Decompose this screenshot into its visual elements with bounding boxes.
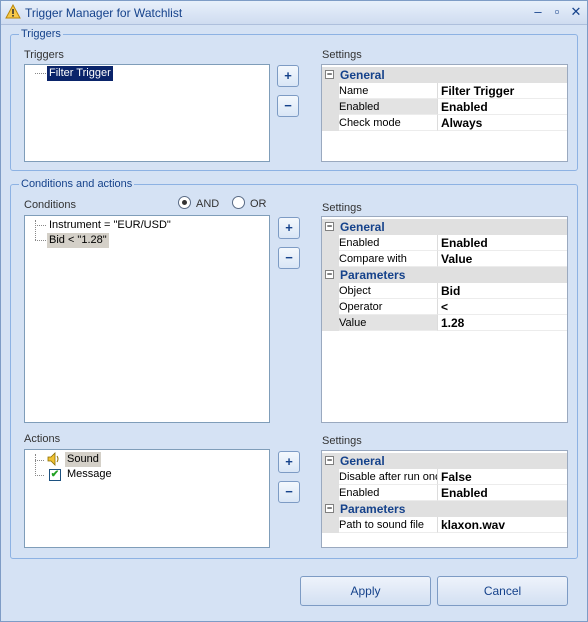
collapse-icon[interactable]: − xyxy=(325,456,334,465)
triggers-list[interactable]: Filter Trigger xyxy=(24,64,270,162)
actions-list[interactable]: Sound ✔ Message xyxy=(24,449,270,548)
or-radio-label: OR xyxy=(250,198,267,210)
checkbox-message-icon[interactable]: ✔ xyxy=(49,469,61,481)
trigger-manager-window: Trigger Manager for Watchlist – ▫ ✕ Trig… xyxy=(0,0,588,622)
property-name: Enabled xyxy=(339,485,438,501)
property-name: Enabled xyxy=(339,235,438,251)
maximize-icon[interactable]: ▫ xyxy=(550,5,564,19)
conditions-list-label: Conditions xyxy=(24,199,76,211)
action-item-sound[interactable]: Sound xyxy=(65,452,101,467)
cancel-button[interactable]: Cancel xyxy=(437,576,568,606)
and-radio-label: AND xyxy=(196,198,220,210)
property-value[interactable]: Bid xyxy=(438,283,567,299)
property-row[interactable]: Enabled Enabled xyxy=(322,99,567,115)
property-name: Enabled xyxy=(339,99,438,115)
category-general[interactable]: − General xyxy=(322,67,567,83)
property-row[interactable]: Object Bid xyxy=(322,283,567,299)
remove-trigger-button[interactable]: − xyxy=(277,95,299,117)
window-title: Trigger Manager for Watchlist xyxy=(25,6,183,20)
add-trigger-button[interactable]: + xyxy=(277,65,299,87)
property-row[interactable]: Value 1.28 xyxy=(322,315,567,331)
action-settings-label: Settings xyxy=(322,435,362,447)
apply-button[interactable]: Apply xyxy=(300,576,431,606)
property-row[interactable]: Enabled Enabled xyxy=(322,235,567,251)
property-name: Operator xyxy=(339,299,438,315)
property-value[interactable]: Filter Trigger xyxy=(438,83,567,99)
trigger-settings-label: Settings xyxy=(322,49,362,61)
title-bar[interactable]: Trigger Manager for Watchlist – ▫ ✕ xyxy=(1,1,587,25)
property-value[interactable]: klaxon.wav xyxy=(438,517,567,533)
property-value[interactable]: < xyxy=(438,299,567,315)
property-row[interactable]: Compare with Value xyxy=(322,251,567,267)
condition-item-bid[interactable]: Bid < "1.28" xyxy=(47,233,109,248)
close-icon[interactable]: ✕ xyxy=(569,5,583,19)
property-name: Object xyxy=(339,283,438,299)
collapse-icon[interactable]: − xyxy=(325,222,334,231)
actions-list-label: Actions xyxy=(24,433,61,445)
minimize-icon[interactable]: – xyxy=(531,5,545,19)
remove-action-button[interactable]: − xyxy=(278,481,300,503)
action-item-message[interactable]: Message xyxy=(65,467,114,482)
and-radio[interactable] xyxy=(178,196,191,209)
property-row[interactable]: Path to sound file klaxon.wav xyxy=(322,517,567,533)
property-name: Value xyxy=(339,315,438,331)
property-value[interactable]: 1.28 xyxy=(438,315,567,331)
add-action-button[interactable]: + xyxy=(278,451,300,473)
property-value[interactable]: Always xyxy=(438,115,567,131)
add-condition-button[interactable]: + xyxy=(278,217,300,239)
condition-settings-label: Settings xyxy=(322,202,362,214)
conditions-group-legend: Conditions and actions xyxy=(19,178,135,191)
triggers-list-label: Triggers xyxy=(24,49,64,61)
collapse-icon[interactable]: − xyxy=(325,270,334,279)
property-name: Disable after run onc xyxy=(339,469,438,485)
property-value[interactable]: Enabled xyxy=(438,99,567,115)
property-row[interactable]: Disable after run onc False xyxy=(322,469,567,485)
trigger-item-filter[interactable]: Filter Trigger xyxy=(47,66,113,81)
trigger-settings-grid: − General Name Filter Trigger Enabled En… xyxy=(321,64,568,162)
property-row[interactable]: Enabled Enabled xyxy=(322,485,567,501)
property-row[interactable]: Check mode Always xyxy=(322,115,567,131)
collapse-icon[interactable]: − xyxy=(325,70,334,79)
tree-connector xyxy=(35,73,46,74)
property-row[interactable]: Operator < xyxy=(322,299,567,315)
remove-condition-button[interactable]: − xyxy=(278,247,300,269)
property-value[interactable]: Enabled xyxy=(438,485,567,501)
category-general[interactable]: − General xyxy=(322,453,567,469)
condition-settings-grid: − General Enabled Enabled Compare with V… xyxy=(321,216,568,423)
property-value[interactable]: Enabled xyxy=(438,235,567,251)
condition-item-instrument[interactable]: Instrument = "EUR/USD" xyxy=(47,218,173,233)
property-name: Name xyxy=(339,83,438,99)
conditions-list[interactable]: Instrument = "EUR/USD" Bid < "1.28" xyxy=(24,215,270,423)
action-settings-grid: − General Disable after run onc False En… xyxy=(321,450,568,548)
property-name: Check mode xyxy=(339,115,438,131)
speaker-icon xyxy=(47,452,61,466)
property-row[interactable]: Name Filter Trigger xyxy=(322,83,567,99)
or-radio[interactable] xyxy=(232,196,245,209)
triggers-group-legend: Triggers xyxy=(19,28,63,41)
warning-icon xyxy=(5,3,21,20)
property-name: Path to sound file xyxy=(339,517,438,533)
property-name: Compare with xyxy=(339,251,438,267)
category-parameters[interactable]: − Parameters xyxy=(322,501,567,517)
collapse-icon[interactable]: − xyxy=(325,504,334,513)
property-value[interactable]: Value xyxy=(438,251,567,267)
category-parameters[interactable]: − Parameters xyxy=(322,267,567,283)
category-general[interactable]: − General xyxy=(322,219,567,235)
property-value[interactable]: False xyxy=(438,469,567,485)
